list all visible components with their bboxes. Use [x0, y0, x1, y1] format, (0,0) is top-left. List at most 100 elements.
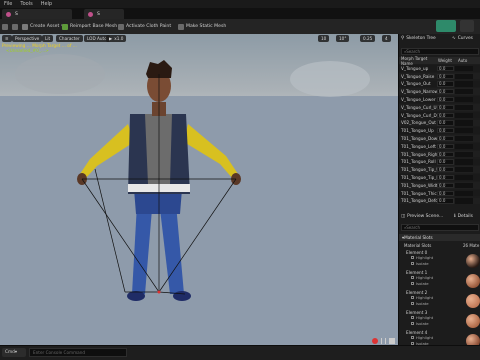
isolate-checkbox[interactable]	[411, 302, 414, 305]
grid-snap-button[interactable]: 10	[318, 35, 330, 42]
isolate-checkbox[interactable]	[411, 322, 414, 325]
browse-button[interactable]	[12, 21, 18, 32]
morph-weight-field[interactable]: 0.0	[437, 167, 454, 173]
auto-toggle[interactable]	[455, 159, 473, 165]
morph-weight-field[interactable]: 0.0	[437, 120, 454, 126]
record-icon[interactable]	[372, 338, 378, 344]
morph-target-row[interactable]: T01_Tongue_Defor 0.0	[399, 197, 480, 205]
auto-toggle[interactable]	[455, 81, 473, 87]
auto-toggle[interactable]	[455, 190, 473, 196]
isolate-checkbox[interactable]	[411, 262, 414, 265]
console-input[interactable]: Enter Console Command	[29, 348, 127, 357]
morph-weight-field[interactable]: 0.0	[437, 198, 454, 204]
material-thumbnail[interactable]	[466, 254, 480, 268]
viewport-options-button[interactable]: ≡	[2, 35, 12, 42]
morph-weight-field[interactable]: 0.0	[437, 73, 454, 79]
tab-asset-2[interactable]: S	[84, 9, 124, 19]
morph-weight-field[interactable]: 0.0	[437, 65, 454, 71]
highlight-checkbox[interactable]	[411, 296, 414, 299]
auto-toggle[interactable]	[455, 89, 473, 95]
playback-speed-button[interactable]: ▶ x1.0	[106, 35, 127, 42]
morph-weight-field[interactable]: 0.0	[437, 112, 454, 118]
auto-toggle[interactable]	[455, 96, 473, 103]
auto-toggle[interactable]	[455, 120, 473, 126]
morph-weight-field[interactable]: 0.0	[437, 159, 454, 165]
morph-target-row[interactable]: T01_Tongue_Up 0.0	[399, 127, 480, 135]
preview-mode-button[interactable]	[436, 20, 456, 32]
cmd-dropdown[interactable]: Cmd ▾	[2, 348, 26, 357]
tab-curves[interactable]: ∿ Curves	[452, 34, 473, 42]
morph-target-row[interactable]: V_Tongue_Lower 0.0	[399, 96, 480, 103]
auto-toggle[interactable]	[455, 73, 473, 79]
auto-toggle[interactable]	[455, 198, 473, 204]
tab-asset-1[interactable]: S	[2, 9, 72, 19]
morph-weight-field[interactable]: 0.0	[437, 104, 454, 110]
character-button[interactable]: Character	[56, 35, 83, 42]
isolate-checkbox[interactable]	[411, 282, 414, 285]
morph-weight-field[interactable]: 0.0	[437, 96, 454, 103]
scale-snap-button[interactable]: 0.25	[360, 35, 376, 42]
auto-toggle[interactable]	[455, 182, 473, 188]
morph-target-row[interactable]: T01_Tongue_Right 0.0	[399, 150, 480, 158]
material-thumbnail[interactable]	[466, 294, 480, 308]
create-asset-button[interactable]: Create Asset▾	[22, 21, 64, 32]
material-thumbnail[interactable]	[466, 274, 480, 288]
morph-target-row[interactable]: T01_Tongue_Thick 0.0	[399, 189, 480, 197]
auto-toggle[interactable]	[455, 135, 473, 142]
viewport[interactable]	[0, 34, 398, 345]
perspective-button[interactable]: Perspective	[12, 35, 43, 42]
morph-weight-field[interactable]: 0.0	[437, 174, 454, 181]
morph-weight-field[interactable]: 0.0	[437, 81, 454, 87]
pause-icon[interactable]	[381, 338, 386, 344]
tab-details[interactable]: ℹ Details	[454, 212, 473, 220]
morph-target-row[interactable]: T01_Tongue_Roll 0.0	[399, 158, 480, 166]
stop-icon[interactable]	[389, 338, 395, 344]
morph-target-row[interactable]: V_Tongue_Raise 0.0	[399, 72, 480, 80]
menu-file[interactable]: File	[4, 1, 12, 7]
highlight-checkbox[interactable]	[411, 256, 414, 259]
morph-weight-field[interactable]: 0.0	[437, 135, 454, 142]
auto-toggle[interactable]	[455, 112, 473, 118]
highlight-checkbox[interactable]	[411, 336, 414, 339]
morph-target-row[interactable]: T01_Tongue_Down 0.0	[399, 135, 480, 142]
material-thumbnail[interactable]	[466, 314, 480, 328]
menu-tools[interactable]: Tools	[20, 1, 32, 7]
col-weight[interactable]: Weight	[438, 58, 458, 63]
activate-cloth-paint-button[interactable]: Activate Cloth Paint	[118, 21, 171, 32]
morph-weight-field[interactable]: 0.0	[437, 151, 454, 157]
auto-toggle[interactable]	[455, 104, 473, 110]
morph-target-row[interactable]: T01_Tongue_Tip_D 0.0	[399, 174, 480, 181]
auto-toggle[interactable]	[455, 174, 473, 181]
morph-target-row[interactable]: V_Tongue_Curl_D 0.0	[399, 111, 480, 119]
highlight-checkbox[interactable]	[411, 276, 414, 279]
highlight-checkbox[interactable]	[411, 316, 414, 319]
search-input[interactable]: ⌕ Search	[401, 48, 479, 55]
col-auto[interactable]: Auto	[458, 58, 467, 63]
auto-toggle[interactable]	[455, 167, 473, 173]
morph-weight-field[interactable]: 0.0	[437, 128, 454, 134]
reimport-button[interactable]: Reimport Base Mesh	[62, 21, 117, 32]
col-morph-name[interactable]: Morph Target Name	[399, 56, 438, 66]
morph-target-row[interactable]: T01_Tongue_Left 0.0	[399, 143, 480, 150]
tab-preview-scene[interactable]: ◫ Preview Scene...	[401, 212, 443, 220]
section-material-slots[interactable]: ▾ Material Slots	[399, 234, 480, 241]
morph-target-row[interactable]: V_Tongue_Curl_U 0.0	[399, 104, 480, 111]
menu-help[interactable]: Help	[41, 1, 52, 7]
morph-target-row[interactable]: V02_Tongue_Out 0.0	[399, 119, 480, 127]
auto-toggle[interactable]	[455, 151, 473, 157]
rotation-snap-button[interactable]: 10°	[336, 35, 350, 42]
morph-target-row[interactable]: V_Tongue_Out 0.0	[399, 80, 480, 88]
morph-weight-field[interactable]: 0.0	[437, 182, 454, 188]
morph-weight-field[interactable]: 0.0	[437, 190, 454, 196]
morph-target-row[interactable]: V_Tongue_Narrow 0.0	[399, 88, 480, 96]
morph-target-row[interactable]: T01_Tongue_Tip_Up0.0	[399, 166, 480, 174]
morph-weight-field[interactable]: 0.0	[437, 89, 454, 95]
morph-target-row[interactable]: V_Tongue_up 0.0	[399, 65, 480, 72]
auto-toggle[interactable]	[455, 128, 473, 134]
auto-toggle[interactable]	[455, 65, 473, 71]
camera-speed-button[interactable]: 4	[382, 35, 391, 42]
save-button[interactable]	[2, 21, 8, 32]
tab-skeleton-tree[interactable]: ⚲ Skeleton Tree	[401, 34, 436, 42]
details-search-input[interactable]: ⌕ Search	[401, 224, 479, 231]
morph-weight-field[interactable]: 0.0	[437, 143, 454, 149]
